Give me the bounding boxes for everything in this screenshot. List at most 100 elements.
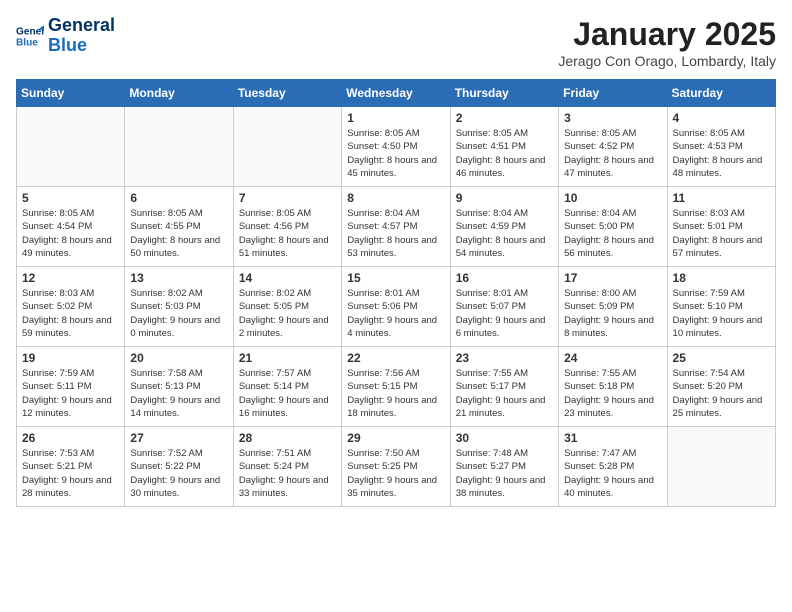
sunset: Sunset: 5:22 PM [130, 461, 200, 472]
day-number: 20 [130, 351, 227, 365]
calendar-cell: 21 Sunrise: 7:57 AM Sunset: 5:14 PM Dayl… [233, 347, 341, 427]
sunset: Sunset: 5:02 PM [22, 301, 92, 312]
calendar-cell: 11 Sunrise: 8:03 AM Sunset: 5:01 PM Dayl… [667, 187, 775, 267]
daylight: Daylight: 9 hours and 0 minutes. [130, 315, 220, 339]
calendar-week-1: 5 Sunrise: 8:05 AM Sunset: 4:54 PM Dayli… [17, 187, 776, 267]
calendar-cell: 1 Sunrise: 8:05 AM Sunset: 4:50 PM Dayli… [342, 107, 450, 187]
day-info: Sunrise: 7:50 AM Sunset: 5:25 PM Dayligh… [347, 447, 444, 500]
day-number: 6 [130, 191, 227, 205]
sunrise: Sunrise: 8:05 AM [456, 128, 528, 139]
logo: General Blue General Blue [16, 16, 115, 56]
daylight: Daylight: 9 hours and 8 minutes. [564, 315, 654, 339]
sunset: Sunset: 4:55 PM [130, 221, 200, 232]
weekday-header-sunday: Sunday [17, 80, 125, 107]
daylight: Daylight: 9 hours and 23 minutes. [564, 395, 654, 419]
daylight: Daylight: 8 hours and 54 minutes. [456, 235, 546, 259]
sunrise: Sunrise: 7:55 AM [564, 368, 636, 379]
daylight: Daylight: 8 hours and 57 minutes. [673, 235, 763, 259]
day-info: Sunrise: 8:04 AM Sunset: 5:00 PM Dayligh… [564, 207, 661, 260]
calendar-cell: 6 Sunrise: 8:05 AM Sunset: 4:55 PM Dayli… [125, 187, 233, 267]
day-info: Sunrise: 7:59 AM Sunset: 5:10 PM Dayligh… [673, 287, 770, 340]
day-info: Sunrise: 8:05 AM Sunset: 4:53 PM Dayligh… [673, 127, 770, 180]
calendar-subtitle: Jerago Con Orago, Lombardy, Italy [558, 53, 776, 69]
calendar-cell: 14 Sunrise: 8:02 AM Sunset: 5:05 PM Dayl… [233, 267, 341, 347]
sunset: Sunset: 5:11 PM [22, 381, 92, 392]
daylight: Daylight: 8 hours and 50 minutes. [130, 235, 220, 259]
day-info: Sunrise: 8:05 AM Sunset: 4:51 PM Dayligh… [456, 127, 553, 180]
sunrise: Sunrise: 8:04 AM [347, 208, 419, 219]
sunset: Sunset: 4:51 PM [456, 141, 526, 152]
sunset: Sunset: 5:13 PM [130, 381, 200, 392]
day-number: 16 [456, 271, 553, 285]
day-info: Sunrise: 7:55 AM Sunset: 5:17 PM Dayligh… [456, 367, 553, 420]
weekday-header-saturday: Saturday [667, 80, 775, 107]
calendar-cell: 31 Sunrise: 7:47 AM Sunset: 5:28 PM Dayl… [559, 427, 667, 507]
sunset: Sunset: 5:10 PM [673, 301, 743, 312]
day-info: Sunrise: 7:54 AM Sunset: 5:20 PM Dayligh… [673, 367, 770, 420]
day-info: Sunrise: 8:03 AM Sunset: 5:01 PM Dayligh… [673, 207, 770, 260]
day-number: 5 [22, 191, 119, 205]
day-number: 13 [130, 271, 227, 285]
day-number: 8 [347, 191, 444, 205]
calendar-cell [17, 107, 125, 187]
day-info: Sunrise: 7:52 AM Sunset: 5:22 PM Dayligh… [130, 447, 227, 500]
day-info: Sunrise: 8:05 AM Sunset: 4:54 PM Dayligh… [22, 207, 119, 260]
daylight: Daylight: 9 hours and 2 minutes. [239, 315, 329, 339]
day-number: 15 [347, 271, 444, 285]
weekday-header-thursday: Thursday [450, 80, 558, 107]
weekday-header-monday: Monday [125, 80, 233, 107]
day-number: 2 [456, 111, 553, 125]
sunrise: Sunrise: 7:50 AM [347, 448, 419, 459]
sunset: Sunset: 4:54 PM [22, 221, 92, 232]
sunrise: Sunrise: 7:59 AM [673, 288, 745, 299]
daylight: Daylight: 8 hours and 51 minutes. [239, 235, 329, 259]
daylight: Daylight: 8 hours and 53 minutes. [347, 235, 437, 259]
sunset: Sunset: 5:07 PM [456, 301, 526, 312]
day-info: Sunrise: 8:04 AM Sunset: 4:59 PM Dayligh… [456, 207, 553, 260]
calendar-week-4: 26 Sunrise: 7:53 AM Sunset: 5:21 PM Dayl… [17, 427, 776, 507]
sunrise: Sunrise: 8:05 AM [239, 208, 311, 219]
day-info: Sunrise: 7:56 AM Sunset: 5:15 PM Dayligh… [347, 367, 444, 420]
svg-text:General: General [16, 26, 44, 37]
daylight: Daylight: 8 hours and 56 minutes. [564, 235, 654, 259]
day-info: Sunrise: 8:01 AM Sunset: 5:07 PM Dayligh… [456, 287, 553, 340]
day-info: Sunrise: 7:55 AM Sunset: 5:18 PM Dayligh… [564, 367, 661, 420]
daylight: Daylight: 9 hours and 6 minutes. [456, 315, 546, 339]
daylight: Daylight: 8 hours and 59 minutes. [22, 315, 112, 339]
calendar-week-0: 1 Sunrise: 8:05 AM Sunset: 4:50 PM Dayli… [17, 107, 776, 187]
sunset: Sunset: 4:56 PM [239, 221, 309, 232]
sunset: Sunset: 5:00 PM [564, 221, 634, 232]
day-number: 30 [456, 431, 553, 445]
day-info: Sunrise: 7:59 AM Sunset: 5:11 PM Dayligh… [22, 367, 119, 420]
day-number: 10 [564, 191, 661, 205]
calendar-cell: 25 Sunrise: 7:54 AM Sunset: 5:20 PM Dayl… [667, 347, 775, 427]
sunset: Sunset: 5:24 PM [239, 461, 309, 472]
sunrise: Sunrise: 7:57 AM [239, 368, 311, 379]
sunset: Sunset: 5:28 PM [564, 461, 634, 472]
day-info: Sunrise: 8:01 AM Sunset: 5:06 PM Dayligh… [347, 287, 444, 340]
calendar-cell: 28 Sunrise: 7:51 AM Sunset: 5:24 PM Dayl… [233, 427, 341, 507]
logo-line1: General [48, 16, 115, 36]
day-number: 28 [239, 431, 336, 445]
day-number: 9 [456, 191, 553, 205]
calendar-cell: 9 Sunrise: 8:04 AM Sunset: 4:59 PM Dayli… [450, 187, 558, 267]
day-number: 29 [347, 431, 444, 445]
title-area: January 2025 Jerago Con Orago, Lombardy,… [558, 16, 776, 69]
calendar-cell: 27 Sunrise: 7:52 AM Sunset: 5:22 PM Dayl… [125, 427, 233, 507]
day-number: 23 [456, 351, 553, 365]
calendar-header: SundayMondayTuesdayWednesdayThursdayFrid… [17, 80, 776, 107]
day-info: Sunrise: 7:57 AM Sunset: 5:14 PM Dayligh… [239, 367, 336, 420]
calendar-cell: 18 Sunrise: 7:59 AM Sunset: 5:10 PM Dayl… [667, 267, 775, 347]
sunset: Sunset: 5:18 PM [564, 381, 634, 392]
sunrise: Sunrise: 7:59 AM [22, 368, 94, 379]
sunrise: Sunrise: 7:55 AM [456, 368, 528, 379]
day-number: 22 [347, 351, 444, 365]
weekday-header-wednesday: Wednesday [342, 80, 450, 107]
daylight: Daylight: 9 hours and 35 minutes. [347, 475, 437, 499]
day-number: 31 [564, 431, 661, 445]
day-number: 26 [22, 431, 119, 445]
sunset: Sunset: 5:15 PM [347, 381, 417, 392]
sunset: Sunset: 4:52 PM [564, 141, 634, 152]
calendar-cell [667, 427, 775, 507]
calendar-cell [233, 107, 341, 187]
